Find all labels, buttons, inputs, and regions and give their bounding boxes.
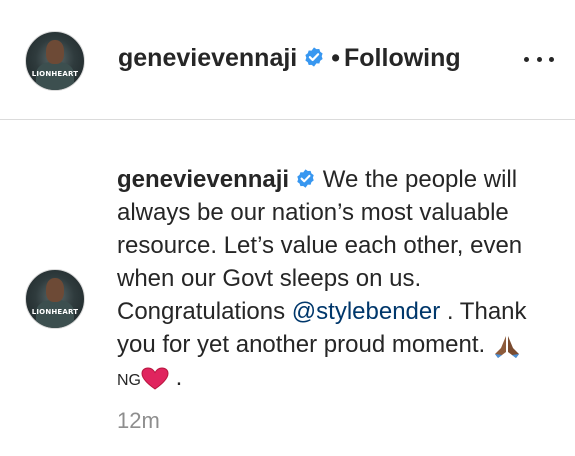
avatar-figure-face [46,40,64,64]
header-username[interactable]: genevievennaji [118,44,297,72]
header-username-row: genevievennaji • Following [118,44,461,73]
verified-icon [305,47,323,68]
verified-icon [297,169,314,188]
avatar-brand-text: LIONHEART [31,308,79,316]
more-options-icon[interactable] [524,54,554,64]
following-button[interactable]: Following [344,44,461,72]
comment-username[interactable]: genevievennaji [117,166,289,193]
folded-hands-emoji-icon [494,335,519,358]
post-header: LIONHEART genevievennaji • Following [0,0,575,120]
mention-link[interactable]: @stylebender [292,298,440,325]
avatar-figure-face [46,278,64,302]
avatar[interactable]: LIONHEART [25,31,85,91]
comment-avatar[interactable]: LIONHEART [25,269,85,329]
more-dot [524,56,529,62]
separator-dot: • [331,44,341,72]
more-dot [536,56,542,62]
flag-text: NG [117,372,141,389]
more-dot [549,56,554,62]
comment-timestamp[interactable]: 12m [117,408,160,434]
comment-body: genevievennaji We the people will always… [117,163,557,397]
red-heart-icon [141,367,169,390]
avatar-brand-text: LIONHEART [31,70,79,78]
end-text: . [169,364,183,391]
